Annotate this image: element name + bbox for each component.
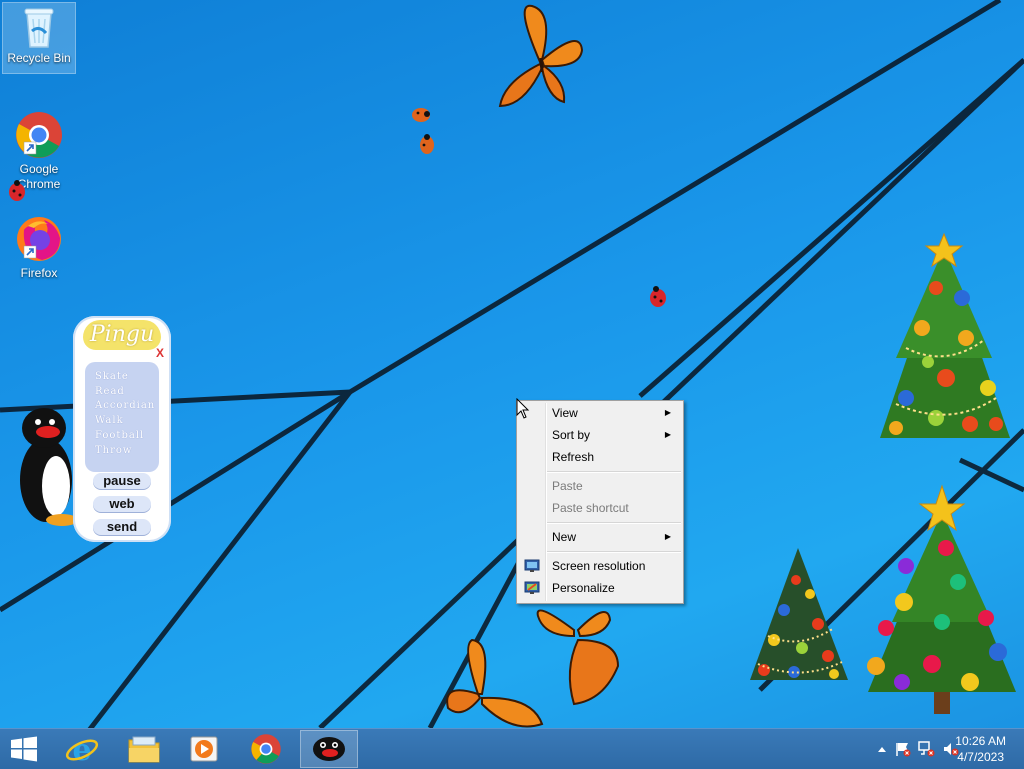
ladybug-decoration: [9, 180, 25, 201]
taskbar-clock[interactable]: 10:26 AM 4/7/2023: [955, 733, 1006, 765]
menu-item-view[interactable]: View ▶: [519, 402, 681, 424]
start-button[interactable]: [0, 730, 48, 768]
personalize-icon: [524, 581, 540, 594]
submenu-arrow-icon: ▶: [664, 430, 671, 439]
menu-item-label: New: [552, 530, 577, 544]
start-icon: [11, 736, 37, 762]
menu-item-label: View: [552, 406, 578, 420]
chrome-icon: [251, 734, 281, 764]
pingu-widget[interactable]: Pingu X Skate Read Accordian Walk Footba…: [73, 316, 171, 542]
butterfly-decoration: [446, 638, 544, 728]
action-center-flag-icon[interactable]: [895, 741, 911, 757]
file-explorer-icon: [128, 736, 160, 763]
submenu-arrow-icon: ▶: [664, 532, 671, 541]
desktop-icon-label: Recycle Bin: [7, 51, 71, 65]
pingu-action-skate[interactable]: Skate: [85, 370, 159, 385]
ladybug-decoration: [412, 108, 430, 122]
desktop-icon-label: Firefox: [20, 266, 58, 280]
desktop-icon-label-line1: Google: [19, 162, 59, 176]
network-icon[interactable]: [918, 741, 936, 757]
firefox-icon: [17, 217, 61, 261]
menu-item-personalize[interactable]: Personalize: [519, 577, 681, 599]
menu-item-label: Personalize: [552, 581, 615, 595]
pingu-title: Pingu: [83, 320, 161, 350]
ladybug-decoration: [650, 286, 666, 307]
pingu-action-accordian[interactable]: Accordian: [85, 399, 159, 414]
taskbar-file-explorer[interactable]: [116, 730, 172, 768]
menu-item-label: Paste: [552, 479, 583, 493]
taskbar-media-player[interactable]: [176, 730, 232, 768]
chrome-icon: [16, 112, 62, 158]
christmas-tree-decoration: [880, 232, 1010, 438]
pingu-close-button[interactable]: X: [156, 346, 164, 360]
show-hidden-icons-icon[interactable]: [877, 745, 887, 753]
menu-separator: [547, 551, 681, 553]
desktop-context-menu: View ▶ Sort by ▶ Refresh Paste Paste sho…: [516, 400, 684, 604]
pingu-icon: [313, 737, 345, 761]
pingu-pause-button[interactable]: pause: [93, 473, 151, 489]
submenu-arrow-icon: ▶: [664, 408, 671, 417]
ladybug-decoration: [420, 134, 434, 154]
desktop-icon-recycle-bin[interactable]: Recycle Bin: [2, 2, 76, 74]
taskbar-chrome[interactable]: [238, 730, 294, 768]
clock-date: 4/7/2023: [957, 750, 1004, 764]
menu-item-label: Sort by: [552, 428, 591, 442]
menu-item-sort-by[interactable]: Sort by ▶: [519, 424, 681, 446]
mouse-cursor-icon: [516, 398, 530, 419]
pingu-character: [20, 408, 78, 526]
screen-resolution-icon: [524, 559, 540, 572]
menu-item-label: Refresh: [552, 450, 595, 464]
taskbar-internet-explorer[interactable]: e: [54, 730, 110, 768]
menu-separator: [547, 471, 681, 473]
clock-time: 10:26 AM: [955, 734, 1006, 748]
pingu-action-menu: Skate Read Accordian Walk Football Throw: [85, 362, 159, 472]
pingu-action-read[interactable]: Read: [85, 385, 159, 400]
pingu-action-throw[interactable]: Throw: [85, 444, 159, 459]
internet-explorer-icon: e: [65, 733, 99, 765]
taskbar: e 10:26 AM 4/7/2023: [0, 728, 1024, 769]
menu-item-refresh[interactable]: Refresh: [519, 446, 681, 468]
pingu-send-button[interactable]: send: [93, 519, 151, 535]
menu-item-paste: Paste: [519, 475, 681, 497]
butterfly-decoration: [498, 4, 584, 108]
pingu-action-football[interactable]: Football: [85, 429, 159, 444]
pingu-action-walk[interactable]: Walk: [85, 414, 159, 429]
menu-item-new[interactable]: New ▶: [519, 526, 681, 548]
menu-item-screen-resolution[interactable]: Screen resolution: [519, 555, 681, 577]
menu-item-label: Screen resolution: [552, 559, 646, 573]
pingu-web-button[interactable]: web: [93, 496, 151, 512]
desktop-icon-firefox[interactable]: Firefox: [3, 214, 75, 281]
menu-item-paste-shortcut: Paste shortcut: [519, 497, 681, 519]
menu-item-label: Paste shortcut: [552, 501, 629, 515]
menu-separator: [547, 522, 681, 524]
christmas-tree-decoration: [867, 484, 1016, 714]
taskbar-pingu[interactable]: [300, 730, 358, 768]
media-player-icon: [190, 736, 218, 762]
christmas-tree-decoration: [750, 548, 848, 680]
system-tray: 10:26 AM 4/7/2023: [844, 729, 1024, 769]
recycle-bin-icon: [24, 8, 54, 48]
